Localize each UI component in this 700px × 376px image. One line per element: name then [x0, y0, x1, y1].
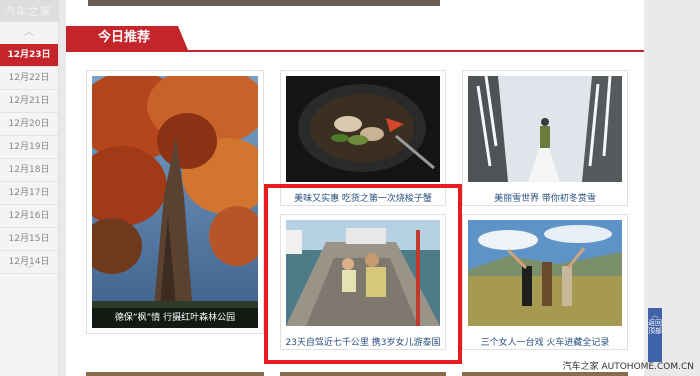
logo[interactable]: 汽车之家: [0, 0, 58, 22]
forest-photo[interactable]: [92, 76, 258, 328]
date-item[interactable]: 12月17日: [0, 182, 58, 205]
logo-text: 汽车之家: [4, 5, 52, 18]
highlight-box: [264, 184, 462, 364]
card-women-caption[interactable]: 三个女人一台戏 火车进藏全记录: [463, 335, 627, 348]
section-title: 今日推荐: [66, 26, 188, 50]
date-item[interactable]: 12月22日: [0, 67, 58, 90]
chevron-up-icon[interactable]: ︿: [0, 26, 58, 40]
next-row-strip: [86, 372, 264, 376]
watermark: 汽车之家 AUTOHOME.COM.CN: [562, 362, 694, 372]
food-photo[interactable]: [286, 76, 440, 182]
feature-card-forest[interactable]: 德保“枫”情 行摄红叶森林公园: [86, 70, 264, 334]
date-item[interactable]: 12月21日: [0, 90, 58, 113]
card-snow[interactable]: 美丽雪世界 带你初冬赏雪: [462, 70, 628, 206]
section-header: 今日推荐: [66, 26, 644, 52]
card-snow-caption[interactable]: 美丽雪世界 带你初冬赏雪: [463, 191, 627, 204]
next-row-strip: [462, 372, 628, 376]
date-item[interactable]: 12月20日: [0, 113, 58, 136]
next-row-strip: [280, 372, 446, 376]
women-photo[interactable]: [468, 220, 622, 326]
snow-photo[interactable]: [468, 76, 622, 182]
date-item[interactable]: 12月15日: [0, 228, 58, 251]
date-sidebar: 汽车之家 ︿ 12月23日 12月22日 12月21日 12月20日 12月19…: [0, 0, 59, 376]
feature-caption[interactable]: 德保“枫”情 行摄红叶森林公园: [92, 308, 258, 328]
card-women[interactable]: 三个女人一台戏 火车进藏全记录: [462, 214, 628, 350]
date-list: 12月23日 12月22日 12月21日 12月20日 12月19日 12月18…: [0, 44, 58, 274]
previous-image-strip: [88, 0, 440, 6]
date-item[interactable]: 12月19日: [0, 136, 58, 159]
date-item[interactable]: 12月23日: [0, 44, 58, 67]
back-to-top-button[interactable]: ︿ 返回顶部: [648, 308, 662, 362]
date-item[interactable]: 12月18日: [0, 159, 58, 182]
date-item[interactable]: 12月16日: [0, 205, 58, 228]
chevron-down-icon[interactable]: ﹀: [0, 264, 58, 278]
